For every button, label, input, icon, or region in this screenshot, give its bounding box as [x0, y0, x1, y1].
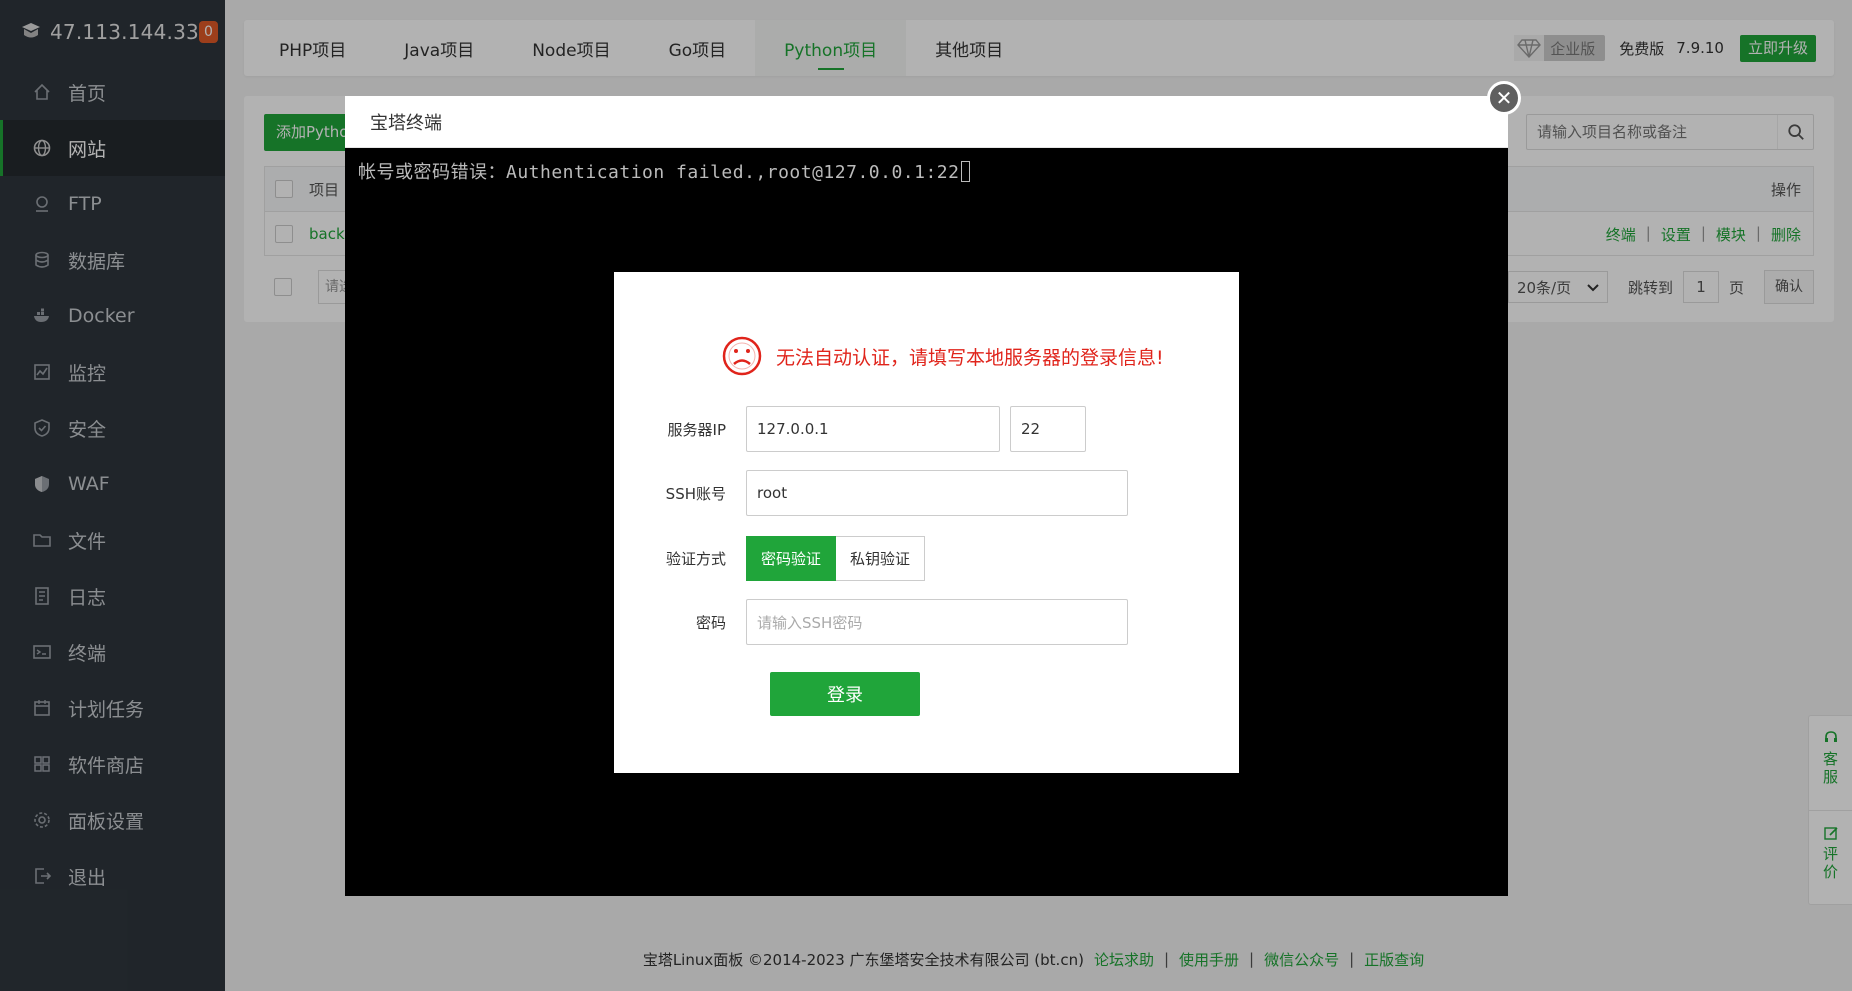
auth-error-text: 无法自动认证，请填写本地服务器的登录信息!	[776, 346, 1164, 369]
port-input[interactable]: 22	[1010, 406, 1086, 452]
server-ip-label: 服务器IP	[667, 420, 726, 439]
ssh-account-row: SSH账号 root	[614, 470, 1128, 516]
sad-face-icon	[722, 336, 762, 376]
password-input[interactable]: 请输入SSH密码	[746, 599, 1128, 645]
server-ip-row: 服务器IP 127.0.0.1 22	[614, 406, 1086, 452]
auth-method-row: 验证方式 密码验证 私钥验证	[614, 536, 926, 581]
ssh-login-dialog: 无法自动认证，请填写本地服务器的登录信息! 服务器IP 127.0.0.1 22…	[614, 272, 1239, 773]
password-row: 密码 请输入SSH密码	[614, 599, 1128, 645]
terminal-cursor	[961, 161, 971, 182]
close-icon[interactable]: ✕	[1487, 81, 1521, 115]
server-ip-input[interactable]: 127.0.0.1	[746, 406, 1000, 452]
key-auth-button[interactable]: 私钥验证	[836, 536, 926, 581]
auth-error-message: 无法自动认证，请填写本地服务器的登录信息!	[722, 336, 1164, 376]
password-auth-button[interactable]: 密码验证	[746, 536, 837, 581]
terminal-output-text: 帐号或密码错误：Authentication failed.,root@127.…	[358, 162, 960, 183]
login-button[interactable]: 登录	[770, 672, 920, 716]
ssh-account-label: SSH账号	[665, 484, 726, 503]
auth-method-label: 验证方式	[665, 550, 726, 568]
terminal-output-area[interactable]: 帐号或密码错误：Authentication failed.,root@127.…	[345, 148, 1508, 194]
password-label: 密码	[695, 613, 726, 632]
terminal-title: 宝塔终端	[345, 96, 1508, 148]
ssh-account-input[interactable]: root	[746, 470, 1128, 516]
